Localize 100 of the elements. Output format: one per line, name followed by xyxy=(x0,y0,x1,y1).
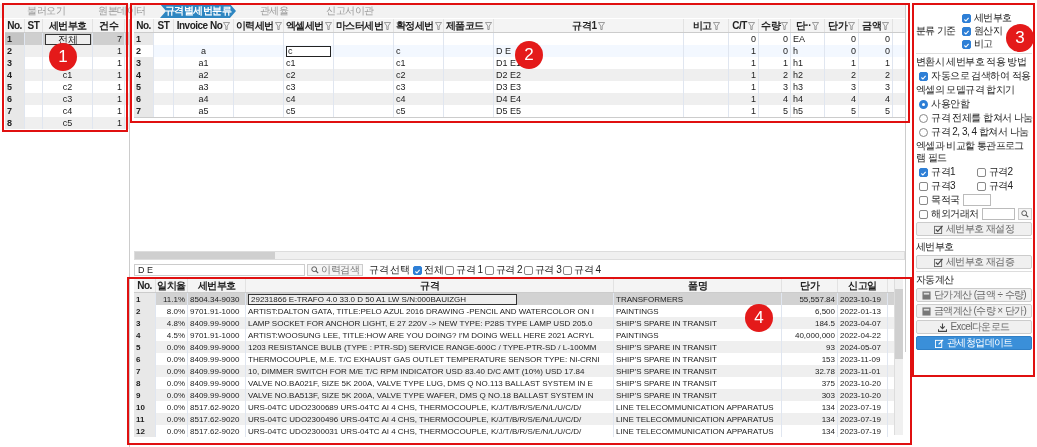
row-number[interactable]: 6 xyxy=(5,93,25,105)
radio-button[interactable] xyxy=(919,113,928,123)
column-header: 신고일 xyxy=(838,279,888,292)
download-button[interactable]: Excel다운로드 xyxy=(916,320,1032,334)
checkbox[interactable] xyxy=(563,265,573,275)
checkbox[interactable] xyxy=(413,265,423,275)
filter-icon[interactable] xyxy=(781,21,788,30)
table-row[interactable]: 5 0.0% 8409.99-9000 1203 RESISTANCE BULB (TYPE : PTR-SD) SERVICE RANGE-600C / TYPE-PTR-SD / L-100MM SHIP'S SPARE IN TRANSIT 93 2024-05-07 xyxy=(134,341,894,353)
history-search-button[interactable]: 이력검색 xyxy=(307,264,363,276)
checkbox-label: 규격4 xyxy=(988,180,1013,192)
search-button[interactable] xyxy=(1018,208,1032,220)
row-number[interactable]: 4 xyxy=(5,69,25,81)
column-header: 비고 xyxy=(692,19,712,32)
checkbox-label: 세번부호 xyxy=(973,12,1012,24)
filter-icon[interactable] xyxy=(848,21,855,30)
edit-icon xyxy=(935,338,945,348)
column-header: 수량 xyxy=(761,19,780,32)
table-row[interactable]: 11 0.0% 8517.62-9020 URS-04TC UDO2300496 URS-04TC AI 4 CHS, THERMOCOUPLE, K/J/T/B/R/S/E/N/L/U/C/D/ LINE TELECOMMUNICATION APPARATUS 134 2023-07-19 xyxy=(134,413,894,425)
row-number[interactable]: 5 xyxy=(5,81,25,93)
row-number: 2 xyxy=(134,305,156,317)
cell-input[interactable]: c xyxy=(286,45,331,57)
table-row[interactable]: 4 a2 c2 c2 D2 E2 1 2 h2 2 2 xyxy=(134,69,905,81)
checkbox[interactable] xyxy=(961,39,971,49)
checkbox-label: 원산지 xyxy=(973,25,1003,37)
table-cell: c1 xyxy=(62,69,73,81)
filter-icon[interactable] xyxy=(324,21,332,30)
destination-field[interactable] xyxy=(962,194,991,206)
table-cell: LINE TELECOMMUNICATION APPARATUS xyxy=(614,425,782,437)
row-number[interactable]: 7 xyxy=(5,105,25,117)
filter-icon[interactable] xyxy=(223,21,231,30)
search-field[interactable]: D E xyxy=(134,264,305,276)
filter-icon[interactable] xyxy=(747,21,755,30)
checkbox[interactable] xyxy=(919,167,928,177)
scrollbar-thumb[interactable] xyxy=(895,289,903,359)
checkbox[interactable] xyxy=(976,167,986,177)
table-cell: URS-04TC UDO2300031 URS-04TC AI 4 CHS, THERMOCOUPLE, K/J/T/B/R/S/E/N/L/U/C/D/ xyxy=(246,425,614,437)
checkbox-icon xyxy=(934,257,943,267)
scrollbar-thumb[interactable] xyxy=(135,252,275,259)
section-title: 세번부호 xyxy=(916,241,955,253)
column-header: 금액 xyxy=(862,19,881,32)
table-row[interactable]: 6 a4 c4 c4 D4 E4 1 4 h4 4 4 xyxy=(134,93,905,105)
table-row[interactable]: 9 0.0% 8409.99-9000 VALVE NO.BA513F, SIZE 5K 200A, VALVE TYPE WAFER, DMS Q NO.18 BALLAST SYSTEM IN SHIP'S SPARE IN TRANSIT 303 2023-10-20 xyxy=(134,389,894,401)
checkbox[interactable] xyxy=(961,13,971,23)
table-row[interactable]: 1 11.1% 8504.34-9030 29231866 E-TRAFO 4.0 33.0 D 50 A1 LW S/N:000BAUIZGH TRANSFORMERS 55,557.84 2023-10-19 xyxy=(134,293,894,305)
filter-icon[interactable] xyxy=(712,21,720,30)
row-number[interactable]: 8 xyxy=(5,117,25,129)
row-number[interactable]: 3 xyxy=(5,57,25,69)
row-number: 3 xyxy=(134,317,156,329)
table-cell: h5 xyxy=(791,105,825,117)
table-row[interactable]: 7 0.0% 8409.99-9000 10, DIMMER SWITCH FOR M/E T/C RPM INDICATOR USD 83.40 D/C AMT (10%) USD 17.84 SHIP'S SPARE IN TRANSIT 32.78 2023-11-01 xyxy=(134,365,894,377)
filter-icon[interactable] xyxy=(812,21,820,30)
table-cell: 0.0% xyxy=(156,425,188,437)
revalidate-code-button[interactable]: 세번부호 재검증 xyxy=(916,255,1032,269)
filter-icon[interactable] xyxy=(882,21,889,30)
filter-icon[interactable] xyxy=(434,21,442,30)
column-header: No. xyxy=(5,19,25,32)
section-title: 자동계산 xyxy=(916,274,955,286)
section-title: 엑셀과 비교할 통관프로그램 필드 xyxy=(916,140,1025,164)
checkbox-label: 규격3 xyxy=(931,180,956,192)
checkbox-label: 비고 xyxy=(973,38,993,50)
checkbox-label: 목적국 xyxy=(931,194,960,206)
horizontal-scrollbar[interactable] xyxy=(134,251,905,260)
row-number[interactable]: 2 xyxy=(5,45,25,57)
filter-icon[interactable] xyxy=(597,21,605,30)
column-header: Invoice No xyxy=(176,19,223,32)
checkbox[interactable] xyxy=(445,265,455,275)
callout-number: 3 xyxy=(1006,24,1034,52)
checkbox[interactable] xyxy=(961,26,971,36)
row-number: 6 xyxy=(134,93,154,105)
calculate-button[interactable]: 단가계산 (금액 ÷ 수량) xyxy=(916,288,1032,302)
row-number: 1 xyxy=(134,293,156,305)
checkbox[interactable] xyxy=(919,209,928,219)
checkbox-label: 자동으로 검색하여 적용 xyxy=(931,70,1031,82)
calculate-button[interactable]: 금액계산 (수량 × 단가) xyxy=(916,304,1032,318)
checkbox-label: 전체 xyxy=(424,264,444,276)
checkbox-label: 규격 1 xyxy=(456,264,483,276)
checkbox[interactable] xyxy=(976,181,986,191)
search-icon xyxy=(311,266,319,274)
checkbox-label: 해외거래처 xyxy=(931,208,979,220)
table-cell: 1 xyxy=(93,117,125,129)
section-title: 변환시 세번부호 적용 방법 xyxy=(916,56,1027,68)
checkbox-label: 규격 2 xyxy=(495,264,522,276)
vertical-scrollbar[interactable] xyxy=(894,279,903,435)
table-cell: c5 xyxy=(62,117,73,129)
filter-icon[interactable] xyxy=(274,21,282,30)
checkbox[interactable] xyxy=(919,71,928,81)
column-header: 규격 xyxy=(246,279,614,292)
row-number: 4 xyxy=(134,69,154,81)
partner-field[interactable] xyxy=(981,208,1015,220)
radio-button[interactable] xyxy=(919,99,928,109)
checkbox[interactable] xyxy=(523,265,533,275)
radio-button[interactable] xyxy=(919,127,928,137)
filter-icon[interactable] xyxy=(484,21,492,30)
checkbox[interactable] xyxy=(484,265,494,275)
table-cell: c3 xyxy=(62,93,73,105)
checkbox[interactable] xyxy=(919,195,928,205)
row-number[interactable]: 1 xyxy=(5,33,25,45)
reset-code-button[interactable]: 세번부호 재설정 xyxy=(916,222,1032,236)
checkbox[interactable] xyxy=(919,181,928,191)
filter-icon[interactable] xyxy=(384,21,392,30)
